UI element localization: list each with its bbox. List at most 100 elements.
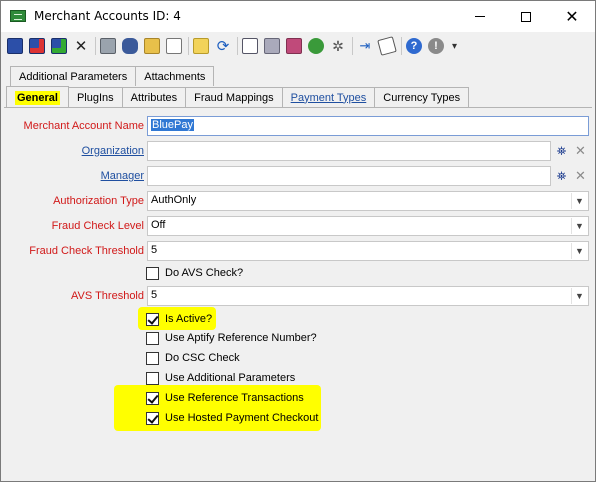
manager-label[interactable]: Manager	[101, 170, 144, 182]
tab-label: PlugIns	[76, 91, 114, 104]
tab-divider	[4, 107, 592, 108]
manager-clear-icon[interactable]: ✕	[572, 167, 589, 185]
use-additional-parameters-checkbox[interactable]	[146, 371, 159, 385]
toolbar-separator	[95, 37, 96, 55]
tab-label: Attachments	[144, 70, 206, 83]
manager-row: Manager ⛯ ✕	[1, 166, 595, 187]
manager-find-icon[interactable]: ⛯	[553, 167, 570, 185]
use-reference-transactions-checkbox[interactable]	[146, 391, 159, 405]
tabs-row-1: Additional Parameters Attachments	[10, 66, 215, 86]
chevron-down-icon[interactable]: ▼	[571, 218, 587, 234]
fraud-check-threshold-row: Fraud Check Threshold 5 ▼	[1, 241, 595, 262]
fraud-check-level-value: Off	[151, 219, 166, 231]
tab-label: Fraud Mappings	[194, 91, 274, 104]
use-hosted-payment-checkout-label: Use Hosted Payment Checkout	[165, 412, 319, 424]
organization-find-icon[interactable]: ⛯	[553, 142, 570, 160]
use-aptify-reference-number-checkbox[interactable]	[146, 331, 159, 345]
toolbar-separator	[237, 37, 238, 55]
tab-plugins[interactable]: PlugIns	[68, 87, 123, 107]
chevron-down-icon[interactable]: ▼	[571, 288, 587, 304]
open-icon[interactable]	[144, 38, 160, 54]
tab-label: General	[15, 90, 60, 105]
print-icon[interactable]	[100, 38, 116, 54]
save-icon[interactable]	[7, 38, 23, 54]
tab-payment-types[interactable]: Payment Types	[282, 87, 376, 107]
toolbar: ✕ ⟳ ✲ ⇥ ? ! ▾	[1, 32, 595, 60]
authorization-type-label: Authorization Type	[53, 195, 144, 207]
avs-threshold-label: AVS Threshold	[71, 290, 144, 302]
link-icon[interactable]	[242, 38, 258, 54]
merchant-accounts-window: Merchant Accounts ID: 4 ✕ ✕ ⟳ ✲ ⇥ ? ! ▾ …	[0, 0, 596, 482]
toolbar-separator	[352, 37, 353, 55]
tab-currency-types[interactable]: Currency Types	[375, 87, 470, 107]
refresh-icon[interactable]: ⟳	[215, 38, 231, 55]
web-icon[interactable]	[308, 38, 324, 54]
use-hosted-payment-checkout-row: Use Hosted Payment Checkout	[146, 409, 320, 427]
close-icon: ✕	[565, 6, 579, 26]
is-active-checkbox[interactable]	[146, 312, 159, 326]
related-icon[interactable]	[286, 38, 302, 54]
window-title: Merchant Accounts ID: 4	[34, 9, 181, 23]
title-bar: Merchant Accounts ID: 4 ✕	[1, 1, 595, 32]
tab-label: Currency Types	[383, 91, 461, 104]
copy-icon[interactable]	[264, 38, 280, 54]
chevron-down-icon[interactable]: ▼	[571, 243, 587, 259]
use-reference-transactions-label: Use Reference Transactions	[165, 392, 304, 404]
toolbar-separator	[401, 37, 402, 55]
avs-threshold-value: 5	[151, 289, 158, 301]
tab-label: Payment Types	[290, 91, 367, 104]
maximize-button[interactable]	[503, 1, 549, 32]
organization-label[interactable]: Organization	[82, 145, 144, 157]
do-avs-check-checkbox[interactable]	[146, 266, 159, 280]
toolbar-separator	[188, 37, 189, 55]
tab-general[interactable]: General	[6, 86, 69, 108]
app-icon	[10, 10, 26, 22]
authorization-type-select[interactable]: AuthOnly ▼	[147, 191, 589, 211]
use-hosted-payment-checkout-checkbox[interactable]	[146, 411, 159, 425]
avs-threshold-select[interactable]: 5 ▼	[147, 286, 589, 306]
avs-threshold-row: AVS Threshold 5 ▼	[1, 286, 595, 307]
do-csc-check-label: Do CSC Check	[165, 352, 240, 364]
authorization-type-value: AuthOnly	[151, 194, 197, 206]
maximize-icon	[521, 11, 531, 22]
tab-attachments[interactable]: Attachments	[136, 66, 215, 86]
notes-icon[interactable]	[377, 36, 397, 56]
fraud-check-threshold-select[interactable]: 5 ▼	[147, 241, 589, 261]
close-button[interactable]: ✕	[549, 1, 595, 32]
find-icon[interactable]	[122, 38, 138, 54]
chevron-down-icon[interactable]: ▼	[571, 193, 587, 209]
use-additional-parameters-label: Use Additional Parameters	[165, 372, 296, 384]
organization-input[interactable]	[147, 141, 551, 161]
fraud-check-level-label: Fraud Check Level	[51, 220, 144, 232]
organization-row: Organization ⛯ ✕	[1, 141, 595, 162]
do-csc-check-row: Do CSC Check	[146, 349, 242, 367]
fraud-check-level-select[interactable]: Off ▼	[147, 216, 589, 236]
settings-icon[interactable]: ✲	[330, 38, 346, 54]
tab-additional-parameters[interactable]: Additional Parameters	[10, 66, 137, 86]
info-icon[interactable]: !	[428, 38, 444, 54]
tab-fraud-mappings[interactable]: Fraud Mappings	[186, 87, 283, 107]
do-avs-check-label: Do AVS Check?	[165, 267, 244, 279]
minimize-button[interactable]	[457, 1, 503, 32]
import-icon[interactable]: ⇥	[357, 38, 373, 54]
merchant-account-name-row: Merchant Account Name BluePay	[1, 116, 595, 137]
tab-attributes[interactable]: Attributes	[122, 87, 187, 107]
merchant-account-name-input[interactable]: BluePay	[147, 116, 589, 136]
do-avs-check-row: Do AVS Check?	[146, 264, 245, 282]
save-close-icon[interactable]	[29, 38, 45, 54]
do-csc-check-checkbox[interactable]	[146, 351, 159, 365]
delete-icon[interactable]: ✕	[73, 38, 89, 55]
use-reference-transactions-row: Use Reference Transactions	[146, 389, 306, 407]
save-new-icon[interactable]	[51, 38, 67, 54]
organization-clear-icon[interactable]: ✕	[572, 142, 589, 160]
wizard-icon[interactable]	[193, 38, 209, 54]
tab-label: Attributes	[130, 91, 178, 104]
is-active-row: Is Active?	[146, 310, 214, 328]
report-icon[interactable]	[166, 38, 182, 54]
help-icon[interactable]: ?	[406, 38, 422, 54]
tab-label: Additional Parameters	[19, 70, 128, 83]
tabs-row-2: General PlugIns Attributes Fraud Mapping…	[6, 86, 470, 108]
toolbar-overflow-icon[interactable]: ▾	[452, 41, 457, 52]
manager-input[interactable]	[147, 166, 551, 186]
minimize-icon	[475, 16, 485, 17]
